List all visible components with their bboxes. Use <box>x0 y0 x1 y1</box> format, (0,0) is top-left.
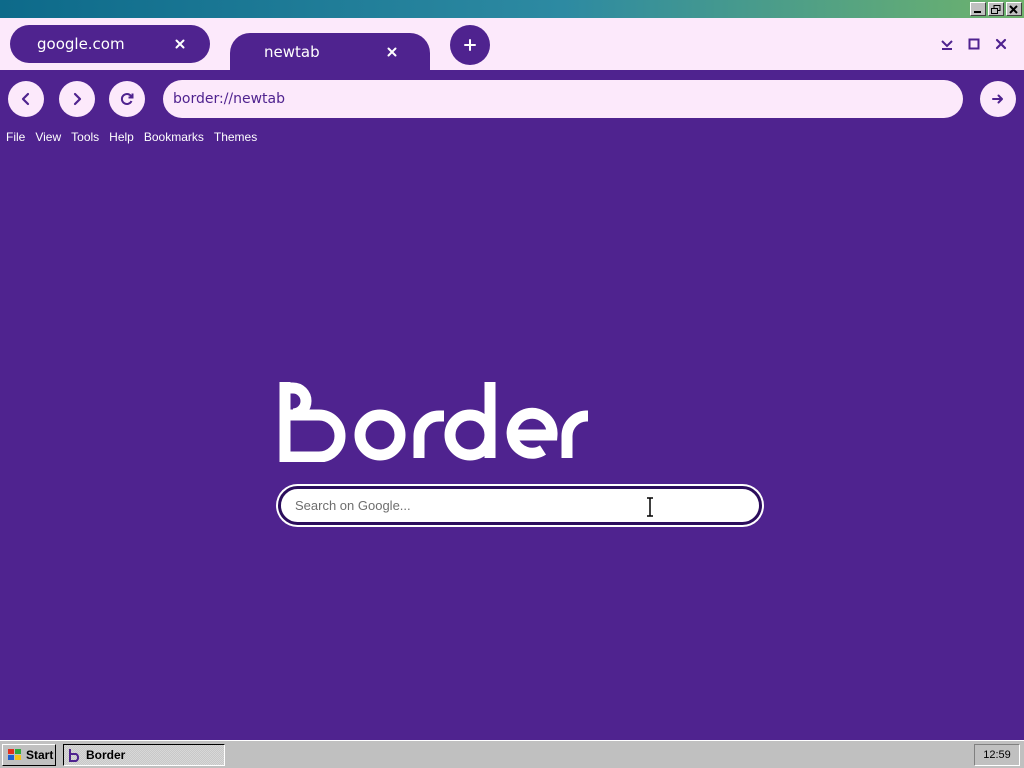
os-title-bar <box>0 0 1024 18</box>
tab-label: google.com <box>37 35 125 53</box>
plus-icon <box>464 39 476 51</box>
tab-google[interactable]: google.com <box>10 25 210 63</box>
taskbar-item-border[interactable]: Border <box>63 744 225 766</box>
menu-view[interactable]: View <box>35 130 61 144</box>
os-close-button[interactable] <box>1006 2 1022 16</box>
refresh-icon <box>121 93 134 105</box>
arrow-right-icon <box>992 94 1003 104</box>
minimize-icon[interactable] <box>939 36 955 52</box>
windows-logo-icon <box>8 749 21 760</box>
new-tab-button[interactable] <box>450 25 490 65</box>
os-window-controls <box>970 2 1022 16</box>
start-label: Start <box>26 748 54 762</box>
search-box[interactable] <box>278 486 762 525</box>
back-button[interactable] <box>8 81 44 117</box>
forward-button[interactable] <box>59 81 95 117</box>
navigation-bar <box>0 70 1024 128</box>
tab-newtab[interactable]: newtab <box>230 33 430 70</box>
text-cursor-icon <box>647 497 653 517</box>
search-input[interactable] <box>281 489 759 522</box>
border-logo <box>279 382 588 462</box>
maximize-icon[interactable] <box>966 36 982 52</box>
tab-strip: google.com newtab <box>0 18 1024 70</box>
start-button[interactable]: Start <box>2 744 56 766</box>
address-bar[interactable] <box>163 80 963 118</box>
menu-file[interactable]: File <box>6 130 25 144</box>
border-app-icon <box>69 749 80 762</box>
menu-bookmarks[interactable]: Bookmarks <box>144 130 204 144</box>
taskbar: Start Border 12:59 <box>0 740 1024 768</box>
chevron-left-icon <box>21 92 30 106</box>
go-button[interactable] <box>980 81 1016 117</box>
menu-help[interactable]: Help <box>109 130 134 144</box>
menu-tools[interactable]: Tools <box>71 130 99 144</box>
menu-themes[interactable]: Themes <box>214 130 257 144</box>
tab-label: newtab <box>264 42 320 61</box>
close-icon[interactable] <box>172 36 188 52</box>
chevron-right-icon <box>73 92 82 106</box>
taskbar-item-label: Border <box>86 748 126 762</box>
menu-bar: File View Tools Help Bookmarks Themes <box>6 130 257 144</box>
close-icon[interactable] <box>993 36 1009 52</box>
reload-button[interactable] <box>109 81 145 117</box>
os-minimize-button[interactable] <box>970 2 986 16</box>
os-restore-button[interactable] <box>988 2 1004 16</box>
clock: 12:59 <box>974 744 1020 766</box>
close-icon[interactable] <box>384 44 400 60</box>
